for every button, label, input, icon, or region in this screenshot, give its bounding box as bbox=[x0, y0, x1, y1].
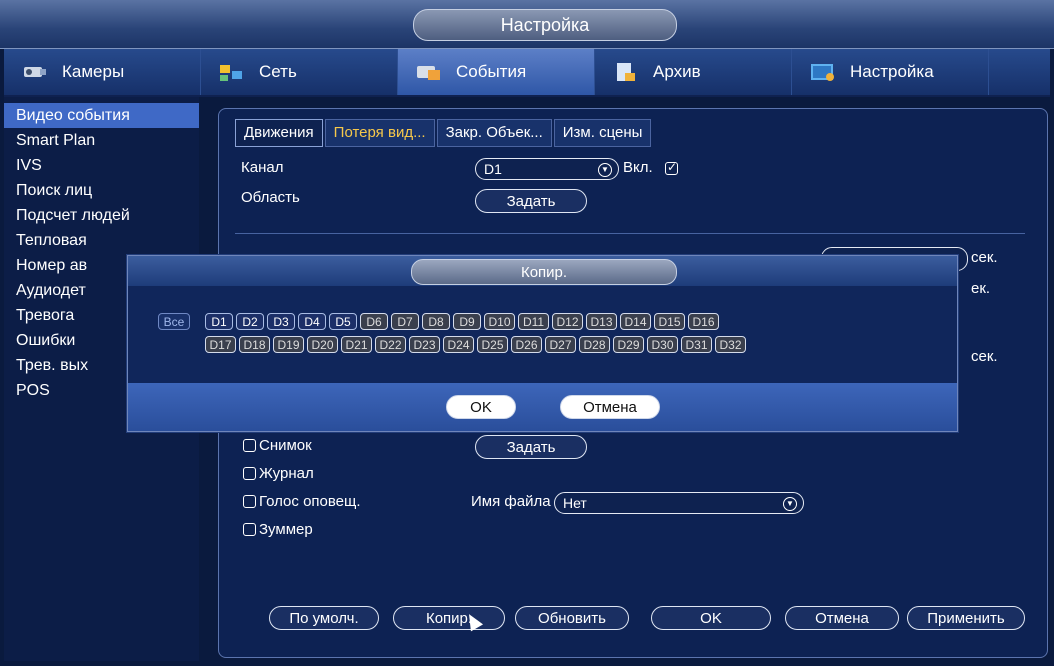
channel-checkbox-d29[interactable]: D29 bbox=[613, 336, 644, 353]
voice-checkbox[interactable] bbox=[243, 495, 256, 508]
channel-checkbox-d31[interactable]: D31 bbox=[681, 336, 712, 353]
channel-checkbox-d28[interactable]: D28 bbox=[579, 336, 610, 353]
tab-events[interactable]: События bbox=[398, 49, 595, 95]
channel-checkbox-d20[interactable]: D20 bbox=[307, 336, 338, 353]
file-name-select[interactable]: Нет ▼ bbox=[554, 492, 804, 514]
settings-icon bbox=[808, 61, 838, 83]
copy-ok-button[interactable]: OK bbox=[446, 395, 516, 419]
voice-label: Голос оповещ. bbox=[259, 493, 361, 510]
chevron-down-icon: ▼ bbox=[783, 497, 797, 511]
events-icon bbox=[414, 61, 444, 83]
sub-tabs: Движения Потеря вид... Закр. Объек... Из… bbox=[235, 119, 653, 147]
sidebar-item-face-search[interactable]: Поиск лиц bbox=[4, 178, 199, 203]
tab-scene-change[interactable]: Изм. сцены bbox=[553, 119, 652, 147]
snapshot-set-button[interactable]: Задать bbox=[475, 435, 587, 459]
channel-checkbox-d30[interactable]: D30 bbox=[647, 336, 678, 353]
window-title: Настройка bbox=[413, 9, 677, 41]
channel-checkbox-d21[interactable]: D21 bbox=[341, 336, 372, 353]
channel-checkbox-d18[interactable]: D18 bbox=[239, 336, 270, 353]
tab-archive[interactable]: Архив bbox=[595, 49, 792, 95]
channel-checkbox-d9[interactable]: D9 bbox=[453, 313, 481, 330]
channel-checkbox-d11[interactable]: D11 bbox=[518, 313, 549, 330]
divider bbox=[235, 233, 1025, 234]
channel-checkbox-d10[interactable]: D10 bbox=[484, 313, 515, 330]
title-bar: Настройка bbox=[0, 0, 1054, 49]
tab-motion[interactable]: Движения bbox=[235, 119, 323, 147]
channel-checkbox-d3[interactable]: D3 bbox=[267, 313, 295, 330]
channel-checkbox-d24[interactable]: D24 bbox=[443, 336, 474, 353]
select-all-checkbox[interactable]: Все bbox=[158, 313, 190, 330]
sec-label-2: ек. bbox=[971, 280, 991, 297]
tab-cameras[interactable]: Камеры bbox=[4, 49, 201, 95]
sidebar-item-heatmap[interactable]: Тепловая bbox=[4, 228, 199, 253]
tab-settings[interactable]: Настройка bbox=[792, 49, 989, 95]
sidebar-item-people-counting[interactable]: Подсчет людей bbox=[4, 203, 199, 228]
copy-dialog-title: Копир. bbox=[411, 259, 677, 285]
channel-checkbox-d5[interactable]: D5 bbox=[329, 313, 357, 330]
journal-checkbox[interactable] bbox=[243, 467, 256, 480]
ok-button[interactable]: OK bbox=[651, 606, 771, 630]
refresh-button[interactable]: Обновить bbox=[515, 606, 629, 630]
archive-icon bbox=[611, 61, 641, 83]
tab-video-loss[interactable]: Потеря вид... bbox=[324, 119, 435, 147]
sec-label: сек. bbox=[971, 249, 998, 266]
channel-checkbox-d7[interactable]: D7 bbox=[391, 313, 419, 330]
snapshot-label: Снимок bbox=[259, 437, 312, 454]
chevron-down-icon: ▼ bbox=[598, 163, 612, 177]
top-navigation: Камеры Сеть События Архив Настройка bbox=[4, 49, 1050, 97]
channel-checkbox-d12[interactable]: D12 bbox=[552, 313, 583, 330]
channel-checkbox-d15[interactable]: D15 bbox=[654, 313, 685, 330]
sidebar-item-ivs[interactable]: IVS bbox=[4, 153, 199, 178]
channel-checkbox-d26[interactable]: D26 bbox=[511, 336, 542, 353]
channel-checkbox-d23[interactable]: D23 bbox=[409, 336, 440, 353]
channel-checkbox-d8[interactable]: D8 bbox=[422, 313, 450, 330]
tab-network[interactable]: Сеть bbox=[201, 49, 398, 95]
copy-dialog-footer: OK Отмена bbox=[128, 383, 957, 431]
channel-checkbox-d17[interactable]: D17 bbox=[205, 336, 236, 353]
apply-button[interactable]: Применить bbox=[907, 606, 1025, 630]
journal-label: Журнал bbox=[259, 465, 314, 482]
channel-checkbox-d19[interactable]: D19 bbox=[273, 336, 304, 353]
channel-label: Канал bbox=[241, 159, 284, 176]
snapshot-checkbox[interactable] bbox=[243, 439, 256, 452]
channel-checkbox-d4[interactable]: D4 bbox=[298, 313, 326, 330]
channel-checkbox-d6[interactable]: D6 bbox=[360, 313, 388, 330]
channel-checkbox-d1[interactable]: D1 bbox=[205, 313, 233, 330]
network-icon bbox=[217, 61, 247, 83]
file-name-label: Имя файла bbox=[471, 493, 551, 510]
copy-button[interactable]: Копир. bbox=[393, 606, 505, 630]
channel-checkbox-d2[interactable]: D2 bbox=[236, 313, 264, 330]
buzzer-checkbox[interactable] bbox=[243, 523, 256, 536]
channel-checkbox-d13[interactable]: D13 bbox=[586, 313, 617, 330]
area-label: Область bbox=[241, 189, 300, 206]
area-set-button[interactable]: Задать bbox=[475, 189, 587, 213]
sidebar-item-video-events[interactable]: Видео события bbox=[4, 103, 199, 128]
camera-icon bbox=[20, 61, 50, 83]
buzzer-label: Зуммер bbox=[259, 521, 313, 538]
channel-select[interactable]: D1 ▼ bbox=[475, 158, 619, 180]
cancel-button[interactable]: Отмена bbox=[785, 606, 899, 630]
default-button[interactable]: По умолч. bbox=[269, 606, 379, 630]
channel-checkbox-d25[interactable]: D25 bbox=[477, 336, 508, 353]
channel-row-2: D17 D18 D19 D20 D21 D22 D23 D24 D25 D26 D27 D28 D29 D… bbox=[205, 336, 749, 353]
channel-checkbox-d32[interactable]: D32 bbox=[715, 336, 746, 353]
copy-cancel-button[interactable]: Отмена bbox=[560, 395, 660, 419]
channel-checkbox-d22[interactable]: D22 bbox=[375, 336, 406, 353]
channel-checkbox-d16[interactable]: D16 bbox=[688, 313, 719, 330]
copy-dialog-header: Копир. bbox=[128, 256, 957, 286]
enable-checkbox[interactable] bbox=[665, 160, 678, 175]
channel-checkbox-d27[interactable]: D27 bbox=[545, 336, 576, 353]
enable-label: Вкл. bbox=[623, 159, 653, 176]
sidebar-item-smart-plan[interactable]: Smart Plan bbox=[4, 128, 199, 153]
copy-dialog: Копир. Все D1 D2 D3 D4 D5 D6 D7 D8 D9 D10 D11 D12 D1… bbox=[127, 255, 958, 432]
channel-row-1: D1 D2 D3 D4 D5 D6 D7 D8 D9 D10 D11 D12 D13 D14 D15 D16 bbox=[205, 313, 722, 330]
channel-checkbox-d14[interactable]: D14 bbox=[620, 313, 651, 330]
tab-tampering[interactable]: Закр. Объек... bbox=[436, 119, 552, 147]
sec-label-3: сек. bbox=[971, 348, 998, 365]
